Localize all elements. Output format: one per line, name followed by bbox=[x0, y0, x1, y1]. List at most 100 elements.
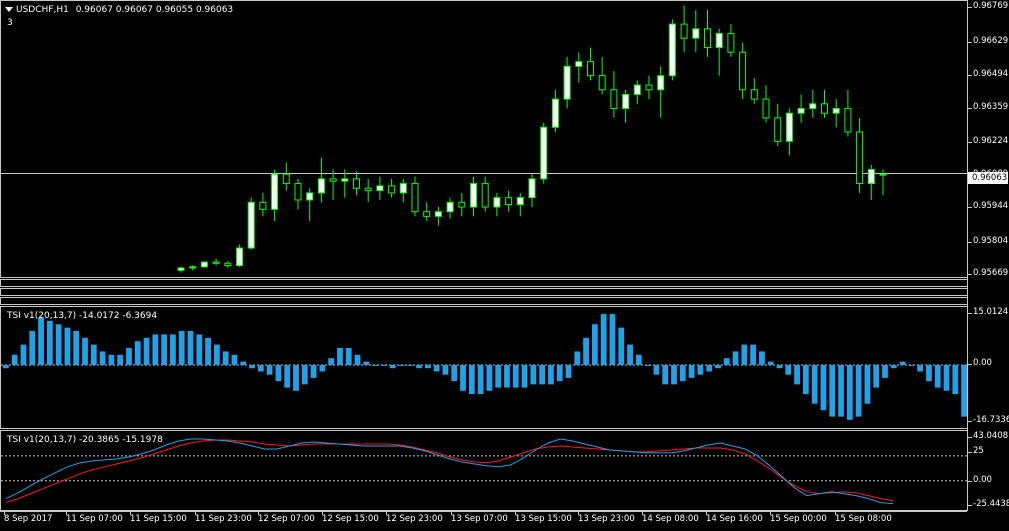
histogram-bar bbox=[64, 327, 71, 365]
histogram-bar bbox=[750, 344, 757, 365]
histogram-bar bbox=[178, 331, 185, 365]
price-tick-label: 0.96224 bbox=[973, 136, 1009, 146]
symbol-header: USDCHF,H1 0.96067 0.96067 0.96055 0.9606… bbox=[5, 5, 233, 15]
candle-body bbox=[306, 192, 314, 201]
candle-body bbox=[856, 131, 864, 185]
price-tick-label: 0.95944 bbox=[973, 201, 1009, 211]
price-tick-label: 0.95804 bbox=[973, 236, 1009, 246]
histogram-bar bbox=[46, 320, 53, 365]
histogram-bar bbox=[310, 365, 317, 378]
histogram-bar bbox=[662, 365, 669, 385]
tick-mark bbox=[706, 511, 707, 515]
histogram-bar bbox=[583, 337, 589, 365]
histogram-bar bbox=[407, 365, 414, 366]
tick-mark bbox=[258, 511, 259, 515]
candle-body bbox=[668, 23, 676, 77]
histogram-bar bbox=[398, 365, 405, 366]
candle-body bbox=[540, 126, 548, 180]
candle-body bbox=[212, 261, 220, 264]
histogram-bar bbox=[899, 361, 906, 365]
time-axis[interactable]: 8 Sep 2017 11 Sep 07:00 11 Sep 15:00 11 Sep… bbox=[0, 511, 967, 531]
histogram-bar bbox=[838, 365, 844, 417]
time-tick: 11 Sep 15:00 bbox=[130, 511, 187, 524]
histogram-bar bbox=[205, 337, 211, 365]
histogram-bar bbox=[363, 361, 370, 365]
histogram-bar bbox=[266, 365, 273, 375]
candle-body bbox=[200, 261, 208, 268]
candle-body bbox=[236, 247, 243, 267]
histogram-bar bbox=[908, 365, 915, 366]
candle-body bbox=[750, 89, 758, 100]
candle-body bbox=[610, 89, 618, 110]
candle-body bbox=[528, 178, 536, 199]
tick-mark bbox=[195, 511, 196, 515]
histogram-bar bbox=[442, 365, 449, 375]
time-tick: 14 Sep 16:00 bbox=[706, 511, 763, 524]
tsi-histogram-label: TSI v1(20,13,7) -14.0172 -6.3694 bbox=[7, 311, 158, 321]
histogram-bar bbox=[293, 365, 299, 391]
hist-tick-label: 15.0124 bbox=[973, 307, 1009, 317]
histogram-bar bbox=[460, 365, 466, 391]
empty-indicator-pane-3 bbox=[0, 297, 968, 305]
histogram-bar bbox=[776, 365, 783, 369]
tick-mark bbox=[968, 421, 972, 422]
histogram-bar bbox=[706, 365, 713, 372]
price-axis[interactable]: 0.96769 0.96629 0.96494 0.96359 0.96224 0.960… bbox=[967, 0, 1009, 511]
lines-tick: 43.0408 bbox=[968, 431, 1009, 443]
candle-body bbox=[575, 61, 583, 67]
time-tick-label: 13 Sep 23:00 bbox=[578, 514, 635, 524]
price-tick-label: 0.96629 bbox=[973, 36, 1009, 46]
histogram-bar bbox=[829, 365, 836, 417]
candle-body bbox=[446, 201, 454, 213]
price-tick: 0.96224 bbox=[968, 136, 1009, 148]
candle-body bbox=[563, 65, 571, 100]
time-tick-label: 11 Sep 15:00 bbox=[130, 514, 187, 524]
candle-body bbox=[832, 108, 840, 114]
tsi-lines-pane[interactable]: TSI v1(20,13,7) -20.3865 -15.1978 bbox=[0, 430, 968, 511]
histogram-bar bbox=[117, 354, 124, 365]
histogram-bar bbox=[73, 331, 80, 365]
histogram-bar bbox=[785, 365, 792, 375]
lines-tick-label: 25 bbox=[973, 446, 984, 456]
candle-body bbox=[692, 28, 700, 39]
candle-body bbox=[704, 28, 711, 49]
histogram-bar bbox=[416, 365, 422, 369]
tick-mark bbox=[968, 142, 972, 143]
histogram-bar bbox=[855, 365, 862, 417]
price-tick: 0.95669 bbox=[968, 268, 1009, 280]
empty-indicator-pane-2 bbox=[0, 288, 968, 296]
tick-mark bbox=[968, 452, 972, 453]
price-tick: 0.96494 bbox=[968, 69, 1009, 81]
histogram-bar bbox=[213, 344, 220, 365]
time-tick: 14 Sep 08:00 bbox=[642, 511, 699, 524]
histogram-bar bbox=[495, 365, 502, 388]
histogram-bar bbox=[890, 365, 897, 369]
candle-body bbox=[317, 178, 325, 194]
tick-mark bbox=[66, 511, 67, 515]
chevron-down-icon[interactable] bbox=[5, 7, 13, 12]
candle-body bbox=[809, 103, 817, 110]
hist-tick-label: 0.00 bbox=[973, 358, 992, 368]
price-chart-pane[interactable]: USDCHF,H1 0.96067 0.96067 0.96055 0.9606… bbox=[0, 0, 968, 278]
histogram-bar bbox=[231, 354, 238, 365]
histogram-bar bbox=[249, 365, 255, 369]
histogram-bar bbox=[767, 361, 774, 365]
histogram-bar bbox=[424, 365, 431, 369]
tsi-histogram-pane[interactable]: TSI v1(20,13,7) -14.0172 -6.3694 bbox=[0, 306, 968, 429]
candle-body bbox=[470, 183, 477, 208]
tick-mark bbox=[968, 108, 972, 109]
histogram-bar bbox=[240, 361, 247, 365]
histogram-bar bbox=[337, 348, 343, 365]
tsi-histogram bbox=[1, 314, 967, 420]
histogram-bar bbox=[548, 365, 554, 385]
price-tick: 0.95944 bbox=[968, 201, 1009, 213]
time-tick-label: 12 Sep 07:00 bbox=[258, 514, 315, 524]
tick-mark bbox=[835, 511, 836, 515]
candle-body bbox=[657, 75, 665, 91]
time-tick-label: 14 Sep 08:00 bbox=[642, 514, 699, 524]
histogram-bar bbox=[152, 334, 159, 365]
histogram-bar bbox=[530, 365, 537, 385]
candle-body bbox=[645, 84, 653, 91]
histogram-bar bbox=[671, 365, 677, 385]
candle-body bbox=[739, 51, 747, 91]
